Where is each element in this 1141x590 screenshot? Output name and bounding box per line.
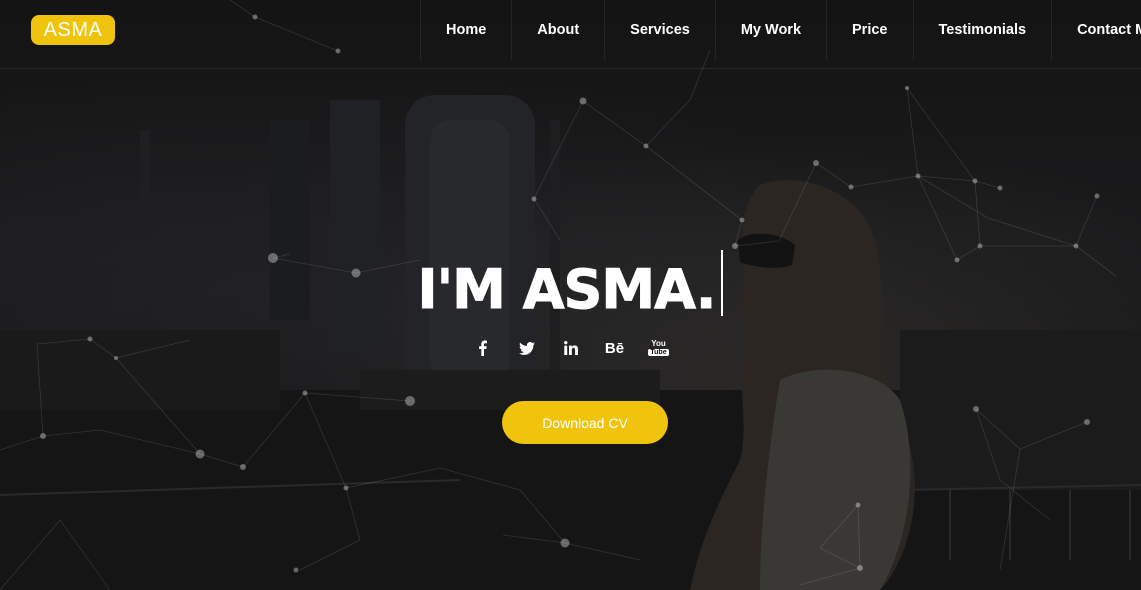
youtube-link[interactable]: You Tube	[637, 336, 681, 360]
youtube-icon-top: You	[651, 339, 666, 348]
download-cv-button[interactable]: Download CV	[502, 401, 668, 444]
youtube-icon-bottom: Tube	[648, 349, 669, 356]
linkedin-link[interactable]	[549, 336, 593, 360]
hero-section: ASMA Home About Services My Work Price T…	[0, 0, 1141, 590]
youtube-icon: You Tube	[648, 339, 669, 356]
nav-item-home[interactable]: Home	[420, 0, 511, 60]
nav-item-testimonials[interactable]: Testimonials	[912, 0, 1052, 60]
facebook-icon	[479, 340, 487, 356]
facebook-link[interactable]	[461, 336, 505, 360]
behance-link[interactable]: Bē	[593, 336, 637, 360]
hero-heading: I'M ASMA.	[0, 250, 1141, 322]
typing-cursor	[721, 250, 724, 316]
site-logo[interactable]: ASMA	[31, 15, 115, 45]
nav-menu: Home About Services My Work Price Testim…	[420, 0, 1141, 60]
twitter-link[interactable]	[505, 336, 549, 360]
hero-content: I'M ASMA. Bē You Tube Download CV	[0, 0, 1141, 590]
nav-item-my-work[interactable]: My Work	[714, 0, 826, 60]
hero-title-text: I'M ASMA.	[417, 258, 717, 322]
social-links: Bē You Tube	[0, 336, 1141, 360]
twitter-icon	[518, 341, 535, 355]
nav-item-price[interactable]: Price	[826, 0, 912, 60]
nav-item-about[interactable]: About	[511, 0, 604, 60]
nav-item-services[interactable]: Services	[604, 0, 715, 60]
nav-item-contact-me[interactable]: Contact Me	[1051, 0, 1141, 60]
top-navbar: ASMA Home About Services My Work Price T…	[0, 0, 1141, 69]
linkedin-icon	[563, 341, 578, 355]
behance-icon: Bē	[604, 339, 625, 357]
